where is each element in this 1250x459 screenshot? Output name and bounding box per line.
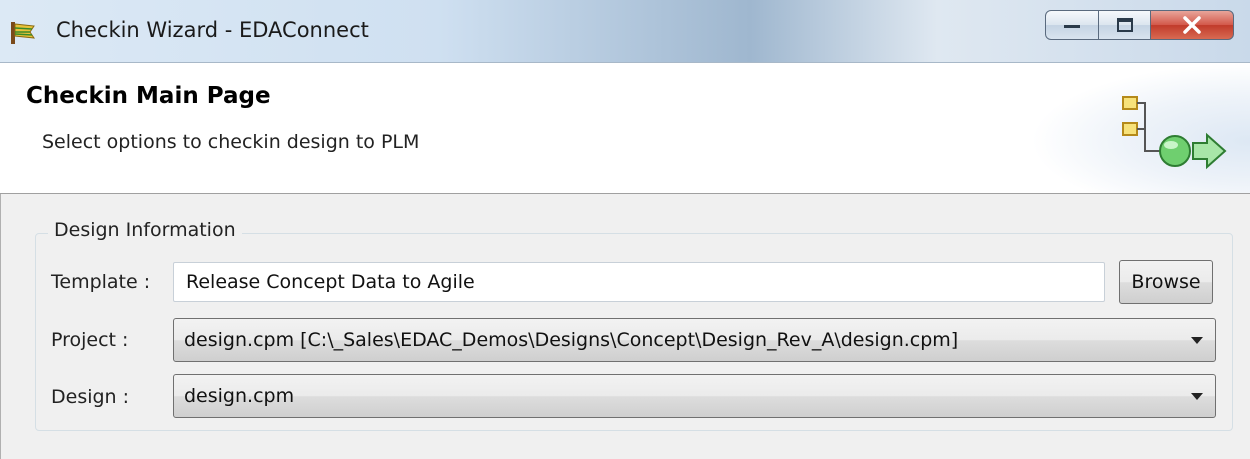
edaconnect-app-icon [11,22,36,44]
window-title-bar[interactable]: Checkin Wizard - EDAConnect [0,0,1250,63]
wizard-header: Checkin Main Page Select options to chec… [0,63,1250,194]
design-selected-value: design.cpm [184,385,295,407]
template-label: Template : [51,271,151,293]
project-label: Project : [51,329,129,351]
minimize-button[interactable] [1045,10,1099,40]
project-selected-value: design.cpm [C:\_Sales\EDAC_Demos\Designs… [184,329,959,351]
minimize-icon [1064,25,1080,28]
window-title: Checkin Wizard - EDAConnect [56,18,369,42]
maximize-icon [1116,18,1133,32]
template-input[interactable]: Release Concept Data to Agile [173,262,1105,302]
page-subtitle: Select options to checkin design to PLM [42,131,420,153]
chevron-down-icon [1191,337,1203,344]
browse-button[interactable]: Browse [1119,260,1213,304]
project-dropdown[interactable]: design.cpm [C:\_Sales\EDAC_Demos\Designs… [173,318,1216,362]
design-information-legend: Design Information [48,219,242,241]
design-dropdown[interactable]: design.cpm [173,374,1216,418]
close-icon [1183,16,1201,34]
design-label: Design : [51,386,130,408]
wizard-content: Design Information Template : Release Co… [0,194,1250,459]
close-button[interactable] [1150,10,1234,40]
template-value: Release Concept Data to Agile [186,271,475,293]
maximize-button[interactable] [1098,10,1151,40]
page-title: Checkin Main Page [26,83,271,109]
chevron-down-icon [1191,393,1203,400]
checkin-wizard-icon [1122,96,1227,170]
